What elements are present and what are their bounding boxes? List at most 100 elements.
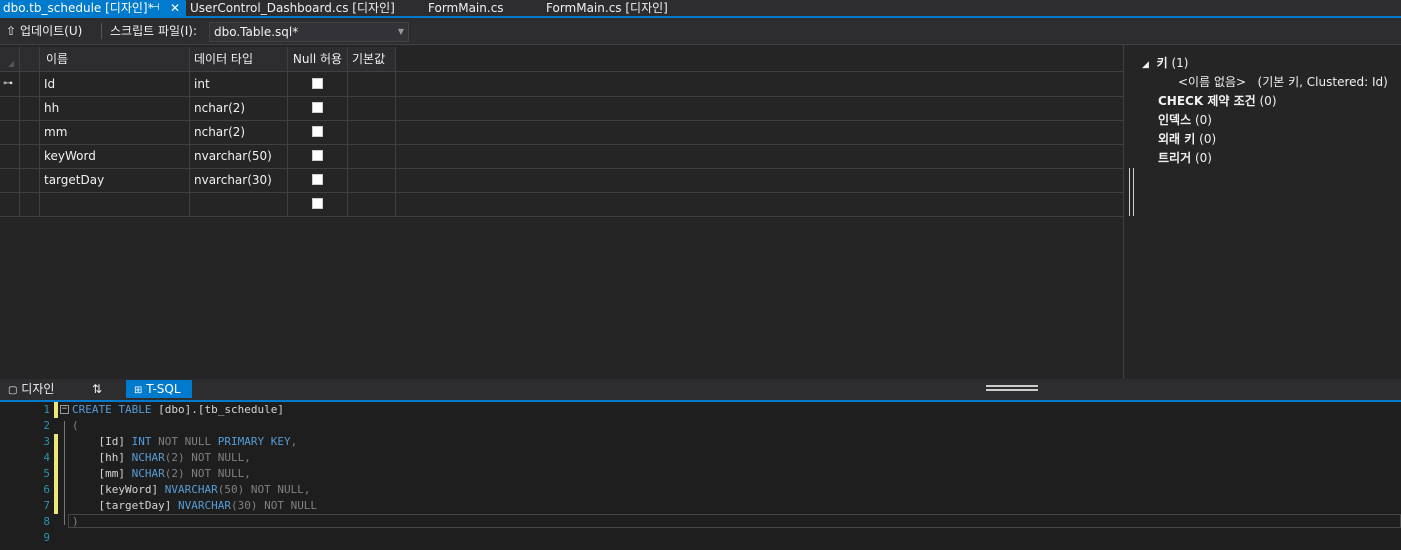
table-row[interactable]: keyWord nvarchar(50) [0, 144, 1123, 169]
line-number: 1 [43, 403, 50, 416]
header-name[interactable]: 이름 [40, 47, 190, 71]
row-selector[interactable] [0, 120, 20, 144]
index-count: (0) [1194, 113, 1212, 127]
change-marker [54, 466, 58, 482]
column-grid: 이름 데이터 타입 Null 허용 기본값 ⊶ Id int hh nchar(… [0, 47, 1123, 379]
script-file-dropdown[interactable]: dbo.Table.sql* ▼ [209, 22, 409, 42]
key-item-desc: (기본 키, Clustered: Id) [1257, 75, 1388, 89]
expand-triangle-icon[interactable]: ◢ [1142, 60, 1149, 70]
tab-label: dbo.tb_schedule [디자인]* [3, 1, 154, 15]
tab-tsql[interactable]: ⊞ T-SQL [126, 380, 192, 398]
default-cell[interactable] [348, 144, 396, 168]
row-selector[interactable] [0, 144, 20, 168]
update-button[interactable]: ⇧ 업데이트(U) [6, 22, 82, 40]
table-row[interactable]: mm nchar(2) [0, 120, 1123, 145]
allow-null-cell [288, 144, 348, 168]
primary-key-icon: ⊶ [3, 78, 13, 89]
pin-icon[interactable]: ⊣ [151, 0, 160, 16]
key-item[interactable]: <이름 없음> (기본 키, Clustered: Id) [1178, 73, 1388, 90]
trigger-label: 트리거 [1158, 151, 1192, 165]
allow-null-checkbox[interactable] [312, 102, 323, 113]
key-item-name: <이름 없음> [1178, 75, 1247, 89]
row-marker [20, 192, 40, 216]
tab-design[interactable]: ▢ 디자인 [8, 380, 54, 398]
tab-label: FormMain.cs [디자인] [546, 1, 668, 15]
allow-null-checkbox[interactable] [312, 150, 323, 161]
default-cell[interactable] [348, 168, 396, 192]
toolbar-separator [101, 23, 102, 39]
table-row[interactable]: targetDay nvarchar(30) [0, 168, 1123, 193]
code-line: ( [72, 419, 79, 432]
check-count: (0) [1259, 94, 1277, 108]
check-label: CHECK 제약 조건 [1158, 94, 1256, 108]
code-line: [hh] NCHAR(2) NOT NULL, [72, 451, 251, 464]
header-default[interactable]: 기본값 [348, 47, 396, 71]
allow-null-cell [288, 192, 348, 216]
keys-label: 키 [1156, 56, 1168, 70]
fold-guide [64, 421, 65, 525]
change-marker [54, 450, 58, 466]
column-name-cell[interactable]: keyWord [40, 144, 190, 168]
row-selector[interactable] [0, 96, 20, 120]
collapse-icon[interactable]: − [60, 405, 69, 414]
column-name-cell[interactable]: Id [40, 72, 190, 96]
allow-null-cell [288, 168, 348, 192]
default-cell[interactable] [348, 96, 396, 120]
row-selector[interactable]: ⊶ [0, 72, 20, 96]
data-type-cell[interactable]: nchar(2) [190, 120, 288, 144]
column-name-cell[interactable]: targetDay [40, 168, 190, 192]
code-line: [mm] NCHAR(2) NOT NULL, [72, 467, 251, 480]
change-marker [54, 482, 58, 498]
tab-formmain-cs[interactable]: FormMain.cs [428, 0, 504, 16]
column-name-cell[interactable]: mm [40, 120, 190, 144]
horizontal-splitter-handle[interactable] [986, 385, 1038, 391]
line-number: 3 [43, 435, 50, 448]
index-label: 인덱스 [1158, 113, 1192, 127]
swap-panes-button[interactable]: ⇅ [92, 380, 102, 398]
allow-null-checkbox[interactable] [312, 174, 323, 185]
allow-null-checkbox[interactable] [312, 78, 323, 89]
tab-formmain-design[interactable]: FormMain.cs [디자인] [546, 0, 668, 16]
header-allow-null[interactable]: Null 허용 [288, 47, 348, 71]
foreign-keys-node[interactable]: 외래 키 (0) [1158, 130, 1216, 147]
corner-triangle-icon [8, 61, 14, 67]
check-constraints-node[interactable]: CHECK 제약 조건 (0) [1158, 92, 1277, 109]
row-selector[interactable] [0, 192, 20, 216]
tab-tb-schedule-design[interactable]: dbo.tb_schedule [디자인]* ⊣ ✕ [0, 0, 186, 16]
tab-usercontrol-dashboard-design[interactable]: UserControl_Dashboard.cs [디자인] [190, 0, 395, 16]
tsql-editor[interactable]: 1 2 3 4 5 6 7 8 9 − CREATE TABLE [dbo].[… [0, 402, 1401, 550]
fk-label: 외래 키 [1158, 132, 1196, 146]
allow-null-cell [288, 96, 348, 120]
close-icon[interactable]: ✕ [170, 0, 180, 16]
data-type-cell[interactable]: nchar(2) [190, 96, 288, 120]
table-row[interactable]: hh nchar(2) [0, 96, 1123, 121]
allow-null-checkbox[interactable] [312, 198, 323, 209]
new-row[interactable] [0, 192, 1123, 217]
change-marker [54, 434, 58, 450]
data-type-cell[interactable] [190, 192, 288, 216]
chevron-down-icon: ▼ [397, 27, 404, 36]
sql-script-icon: ⊞ [134, 385, 143, 396]
fk-count: (0) [1199, 132, 1217, 146]
data-type-cell[interactable]: nvarchar(50) [190, 144, 288, 168]
row-marker [20, 144, 40, 168]
column-name-cell[interactable]: hh [40, 96, 190, 120]
header-data-type[interactable]: 데이터 타입 [190, 47, 288, 71]
keys-node[interactable]: ◢ 키 (1) [1142, 54, 1188, 71]
allow-null-checkbox[interactable] [312, 126, 323, 137]
trigger-count: (0) [1194, 151, 1212, 165]
row-selector[interactable] [0, 168, 20, 192]
triggers-node[interactable]: 트리거 (0) [1158, 149, 1212, 166]
default-cell[interactable] [348, 72, 396, 96]
column-name-cell[interactable] [40, 192, 190, 216]
vertical-splitter-handle[interactable] [1129, 168, 1134, 216]
default-cell[interactable] [348, 120, 396, 144]
data-type-cell[interactable]: int [190, 72, 288, 96]
upload-arrow-icon: ⇧ [6, 24, 17, 38]
indexes-node[interactable]: 인덱스 (0) [1158, 111, 1212, 128]
default-cell[interactable] [348, 192, 396, 216]
grid-corner[interactable] [0, 47, 20, 71]
table-row[interactable]: ⊶ Id int [0, 72, 1123, 97]
data-type-cell[interactable]: nvarchar(30) [190, 168, 288, 192]
row-marker [20, 168, 40, 192]
